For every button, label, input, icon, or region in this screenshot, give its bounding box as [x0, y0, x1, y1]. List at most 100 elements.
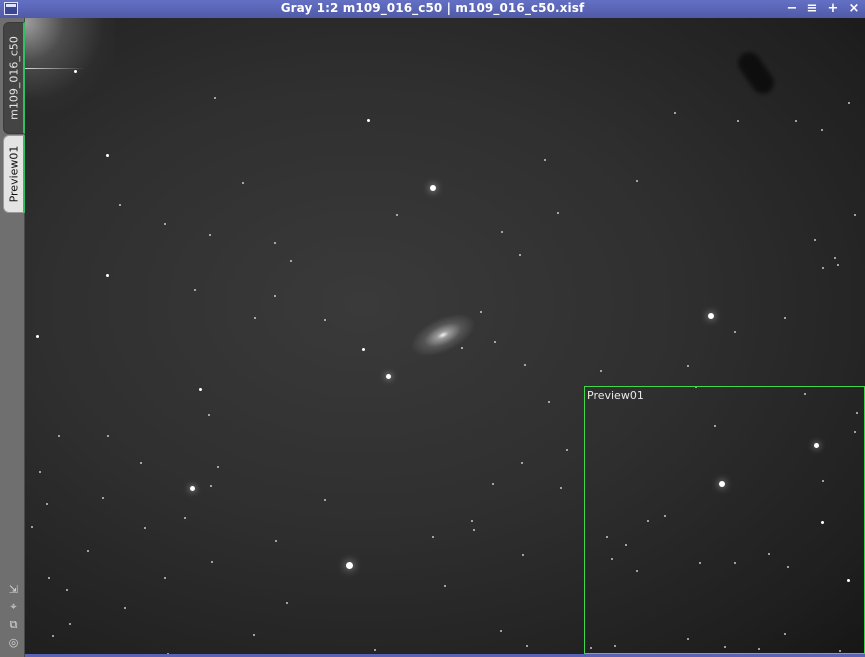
- star: [385, 373, 391, 379]
- star: [324, 499, 326, 501]
- star: [374, 649, 376, 651]
- title-bar[interactable]: Gray 1:2 m109_016_c50 | m109_016_c50.xis…: [0, 0, 865, 18]
- close-button[interactable]: ×: [845, 0, 863, 18]
- window-title: Gray 1:2 m109_016_c50 | m109_016_c50.xis…: [280, 1, 585, 15]
- star: [209, 234, 211, 236]
- star: [461, 347, 463, 349]
- star: [35, 334, 39, 338]
- star: [210, 485, 212, 487]
- star: [194, 289, 196, 291]
- star: [48, 577, 50, 579]
- star: [46, 503, 48, 505]
- star: [366, 118, 370, 122]
- maximize-button[interactable]: +: [824, 0, 842, 18]
- star: [526, 645, 528, 647]
- star: [834, 257, 836, 259]
- zoom-fit-icon[interactable]: ⌖: [7, 600, 20, 613]
- tab-main-view-label: m109_016_c50: [7, 36, 20, 120]
- star: [73, 69, 77, 73]
- image-viewport[interactable]: Preview01: [25, 18, 865, 654]
- star: [140, 462, 142, 464]
- star: [737, 120, 739, 122]
- star: [848, 102, 850, 104]
- star: [189, 485, 195, 491]
- star: [69, 623, 71, 625]
- star: [480, 311, 482, 313]
- star: [66, 589, 68, 591]
- tab-main-view[interactable]: m109_016_c50: [3, 22, 25, 134]
- star: [519, 254, 521, 256]
- star: [242, 182, 244, 184]
- star: [837, 264, 839, 266]
- star: [290, 260, 292, 262]
- star: [548, 401, 550, 403]
- star: [687, 365, 689, 367]
- star: [52, 635, 54, 637]
- star: [494, 341, 496, 343]
- star: [522, 554, 524, 556]
- star: [854, 214, 856, 216]
- clone-icon[interactable]: ⧉: [7, 618, 20, 631]
- star: [557, 212, 559, 214]
- star: [211, 561, 213, 563]
- star: [795, 120, 797, 122]
- view-sidebar: m109_016_c50 Preview01 ⇲ ⌖ ⧉ ◎: [0, 18, 25, 657]
- star: [107, 435, 109, 437]
- star: [501, 231, 503, 233]
- star: [275, 540, 277, 542]
- star: [164, 577, 166, 579]
- tab-preview01[interactable]: Preview01: [3, 135, 25, 213]
- fit-view-icon[interactable]: ⇲: [7, 583, 20, 596]
- star: [105, 153, 109, 157]
- preview-label: Preview01: [587, 389, 644, 402]
- star: [821, 129, 823, 131]
- star: [430, 185, 436, 191]
- star: [214, 97, 216, 99]
- corner-glow-streak: [25, 68, 85, 69]
- star: [39, 471, 41, 473]
- tab-preview01-label: Preview01: [7, 145, 20, 203]
- galaxy: [404, 304, 482, 366]
- star: [708, 313, 714, 319]
- star: [471, 520, 473, 522]
- star: [58, 435, 60, 437]
- star: [124, 607, 126, 609]
- star: [102, 497, 104, 499]
- star: [208, 414, 210, 416]
- star: [544, 159, 546, 161]
- star: [822, 267, 824, 269]
- star: [560, 487, 562, 489]
- star: [636, 180, 638, 182]
- star: [217, 466, 219, 468]
- settings-icon[interactable]: ◎: [7, 636, 20, 649]
- star: [198, 387, 202, 391]
- star: [432, 536, 434, 538]
- star: [396, 214, 398, 216]
- star: [254, 317, 256, 319]
- star: [674, 112, 676, 114]
- star: [600, 370, 602, 372]
- star: [105, 273, 109, 277]
- star: [473, 529, 475, 531]
- star: [345, 561, 353, 569]
- star: [814, 239, 816, 241]
- shade-button[interactable]: ≡: [803, 0, 821, 18]
- star: [324, 319, 326, 321]
- preview-rectangle[interactable]: Preview01: [584, 386, 865, 654]
- minimize-button[interactable]: −: [783, 0, 801, 18]
- image-window: Gray 1:2 m109_016_c50 | m109_016_c50.xis…: [0, 0, 865, 657]
- star: [87, 550, 89, 552]
- star: [144, 527, 146, 529]
- star: [734, 331, 736, 333]
- star: [119, 204, 121, 206]
- star: [286, 602, 288, 604]
- star: [566, 449, 568, 451]
- star: [274, 242, 276, 244]
- star: [784, 317, 786, 319]
- star: [274, 295, 276, 297]
- star: [500, 630, 502, 632]
- star: [492, 483, 494, 485]
- star: [524, 364, 526, 366]
- star: [444, 585, 446, 587]
- star: [164, 223, 166, 225]
